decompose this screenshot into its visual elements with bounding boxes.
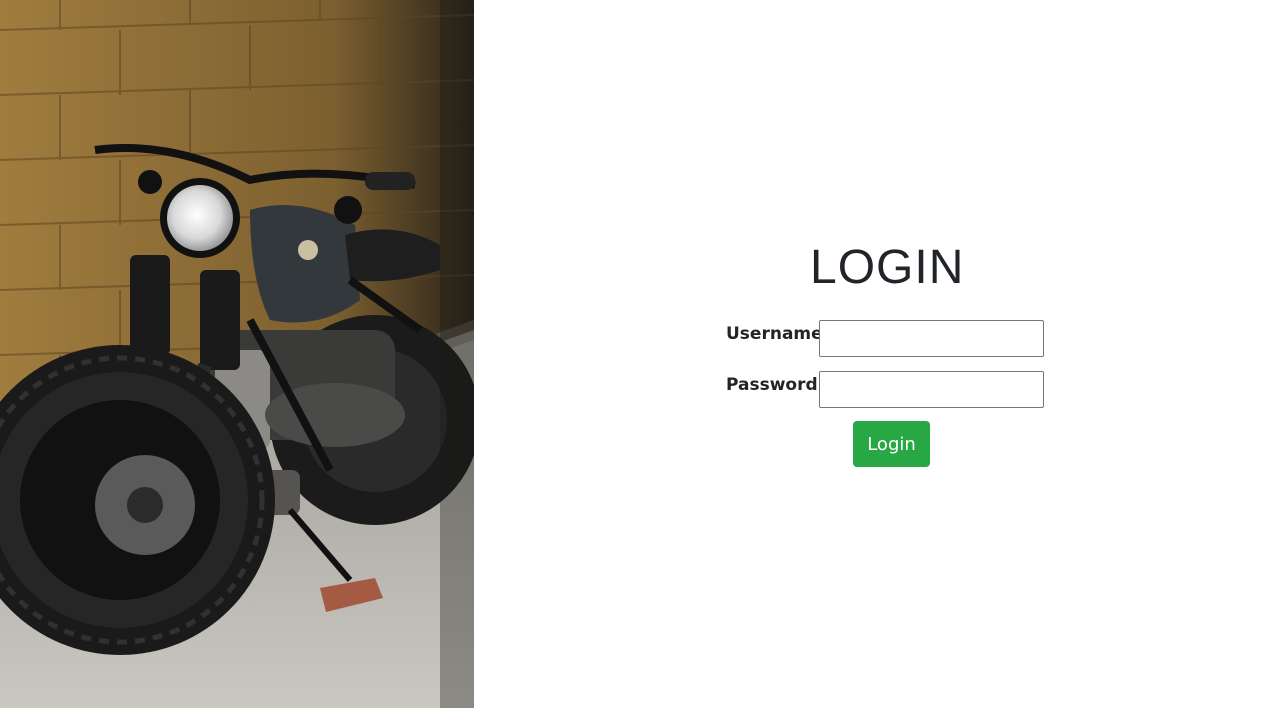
login-panel: LOGIN Username Password Login bbox=[474, 0, 1280, 708]
username-field[interactable] bbox=[819, 320, 1044, 357]
password-label: Password bbox=[726, 375, 818, 395]
username-label: Username bbox=[726, 324, 823, 344]
page-title: LOGIN bbox=[810, 241, 965, 294]
login-page: LOGIN Username Password Login bbox=[0, 0, 1280, 708]
password-field[interactable] bbox=[819, 371, 1044, 408]
login-button[interactable]: Login bbox=[853, 421, 930, 467]
motorcycle-photo bbox=[0, 0, 474, 708]
